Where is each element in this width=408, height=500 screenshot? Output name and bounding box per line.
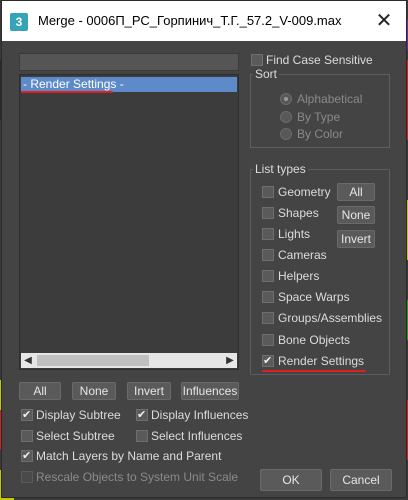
title-bar[interactable]: 3 Merge - 0006П_РС_Горпинич_Т.Г._57.2_V-… <box>2 1 406 41</box>
influences-button[interactable]: Influences <box>181 382 239 400</box>
display-subtree-checkbox[interactable] <box>21 408 33 421</box>
app-icon: 3 <box>10 13 28 31</box>
object-listbox[interactable]: - Render Settings - ◀ ▶ <box>19 74 239 370</box>
sort-alphabetical-label: Alphabetical <box>297 92 363 106</box>
list-type-render-settings-checkbox[interactable] <box>262 354 274 367</box>
invert-button[interactable]: Invert <box>127 382 171 400</box>
sort-by-color-label: By Color <box>297 127 344 141</box>
display-influences-label: Display Influences <box>151 408 249 422</box>
select-subtree-checkbox[interactable] <box>21 430 33 442</box>
all-button[interactable]: All <box>19 382 61 400</box>
sort-alphabetical-radio[interactable] <box>280 93 292 105</box>
window-title: Merge - 0006П_РС_Горпинич_Т.Г._57.2_V-00… <box>38 13 342 28</box>
list-type-lights-label: Lights <box>278 227 311 241</box>
list-types-all-button[interactable]: All <box>337 183 375 201</box>
rescale-objects-label: Rescale Objects to System Unit Scale <box>36 470 239 484</box>
find-case-sensitive-checkbox[interactable] <box>251 54 263 66</box>
list-type-cameras-label: Cameras <box>278 248 327 262</box>
rescale-objects-checkbox[interactable] <box>21 471 33 483</box>
annotation-underline-render-settings <box>262 370 366 372</box>
list-type-helpers-label: Helpers <box>278 269 320 283</box>
match-layers-label: Match Layers by Name and Parent <box>36 449 222 463</box>
cancel-button[interactable]: Cancel <box>330 469 392 491</box>
list-type-render-settings-label: Render Settings <box>278 354 365 368</box>
find-case-sensitive-label: Find Case Sensitive <box>266 53 373 67</box>
scroll-thumb[interactable] <box>37 355 149 366</box>
list-type-lights-checkbox[interactable] <box>262 228 274 240</box>
list-type-geometry-label: Geometry <box>278 185 331 199</box>
select-subtree-label: Select Subtree <box>36 429 115 443</box>
list-type-geometry-checkbox[interactable] <box>262 186 274 198</box>
list-type-cameras-checkbox[interactable] <box>262 249 274 261</box>
annotation-underline <box>21 91 113 93</box>
filter-input[interactable] <box>19 53 239 71</box>
list-type-groups-label: Groups/Assemblies <box>278 311 383 325</box>
scroll-right-icon[interactable]: ▶ <box>223 353 237 368</box>
list-item[interactable]: - Render Settings - <box>21 77 237 92</box>
list-types-title: List types <box>253 162 308 176</box>
sort-by-type-radio[interactable] <box>280 111 292 123</box>
merge-dialog: 3 Merge - 0006П_РС_Горпинич_Т.Г._57.2_V-… <box>1 0 407 498</box>
close-icon[interactable]: ✕ <box>372 9 396 33</box>
select-influences-label: Select Influences <box>151 429 243 443</box>
none-button[interactable]: None <box>72 382 116 400</box>
sort-by-color-radio[interactable] <box>280 128 292 140</box>
list-type-space-warps-checkbox[interactable] <box>262 291 274 303</box>
sort-by-type-label: By Type <box>297 110 341 124</box>
scroll-left-icon[interactable]: ◀ <box>21 353 35 368</box>
display-subtree-label: Display Subtree <box>36 408 121 422</box>
display-influences-checkbox[interactable] <box>136 408 148 421</box>
sort-group-title: Sort <box>253 67 280 81</box>
list-type-groups-checkbox[interactable] <box>262 312 274 324</box>
list-type-helpers-checkbox[interactable] <box>262 270 274 282</box>
list-type-space-warps-label: Space Warps <box>278 290 350 304</box>
match-layers-checkbox[interactable] <box>21 449 33 462</box>
horizontal-scrollbar[interactable]: ◀ ▶ <box>21 353 237 368</box>
list-types-none-button[interactable]: None <box>337 206 375 224</box>
list-type-bone-objects-label: Bone Objects <box>278 333 351 347</box>
select-influences-checkbox[interactable] <box>136 430 148 442</box>
list-type-shapes-checkbox[interactable] <box>262 207 274 219</box>
list-type-bone-objects-checkbox[interactable] <box>262 334 274 346</box>
list-type-shapes-label: Shapes <box>278 206 319 220</box>
list-types-invert-button[interactable]: Invert <box>337 230 375 248</box>
ok-button[interactable]: OK <box>260 469 322 491</box>
